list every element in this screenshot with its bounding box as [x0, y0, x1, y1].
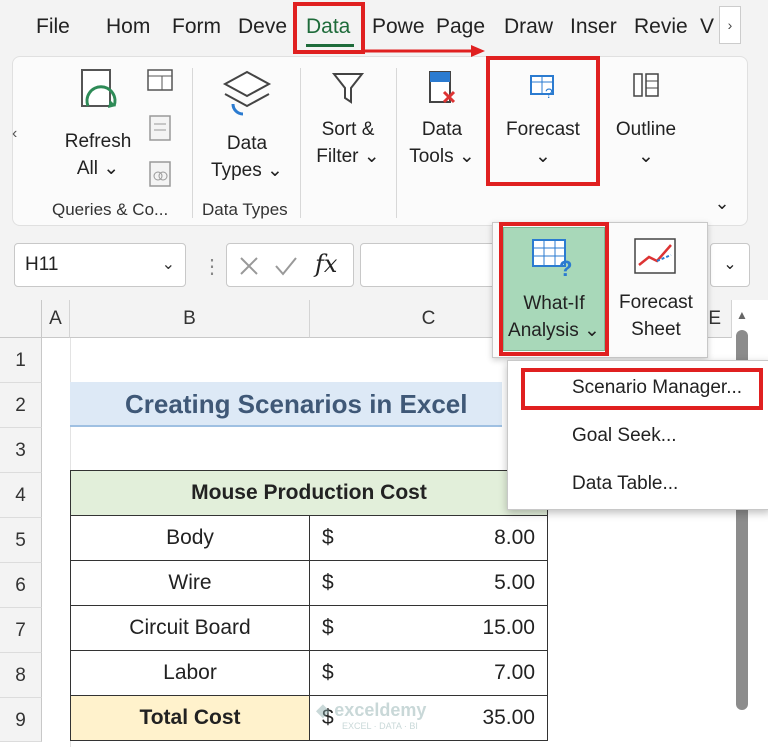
row-header-2[interactable]: 2	[0, 383, 42, 428]
row-header-1[interactable]: 1	[0, 338, 42, 383]
tab-page-layout[interactable]: Page	[436, 12, 488, 42]
menu-item-data-table[interactable]: Data Table...	[572, 473, 678, 495]
table-header[interactable]: Mouse Production Cost	[70, 470, 548, 516]
menu-item-goal-seek[interactable]: Goal Seek...	[572, 425, 677, 447]
name-box[interactable]: H11 ⌄	[14, 243, 186, 287]
sheet-title[interactable]: Creating Scenarios in Excel	[70, 382, 502, 427]
select-all-corner[interactable]	[0, 300, 42, 338]
highlight-data-tab	[293, 2, 365, 54]
ribbon-divider	[300, 68, 301, 218]
exceldemy-logo-icon: ◆	[316, 700, 330, 720]
formula-input[interactable]	[360, 243, 500, 287]
data-types-button[interactable]: Data Types ⌄	[206, 66, 288, 184]
row-header-3[interactable]: 3	[0, 428, 42, 473]
tab-scroll-right-icon[interactable]: ›	[719, 6, 741, 44]
ribbon-scroll-left-icon[interactable]: ‹	[12, 125, 17, 143]
total-label[interactable]: Total Cost	[70, 695, 310, 741]
tab-formulas[interactable]: Form	[172, 12, 228, 42]
forecast-sheet-button[interactable]: Forecast Sheet	[610, 227, 702, 351]
sort-filter-button[interactable]: Sort & Filter ⌄	[310, 68, 386, 170]
data-tools-button[interactable]: Data Tools ⌄	[402, 68, 482, 170]
forecast-sheet-icon	[634, 238, 676, 274]
tab-home[interactable]: Hom	[106, 12, 158, 42]
row-header-8[interactable]: 8	[0, 653, 42, 698]
outline-icon	[633, 73, 659, 97]
red-arrow-icon	[365, 45, 485, 57]
tab-review[interactable]: Revie	[634, 12, 690, 42]
name-box-chevron-icon[interactable]: ⌄	[162, 244, 175, 286]
cancel-icon[interactable]	[237, 254, 261, 278]
outline-button[interactable]: Outline ⌄	[606, 68, 686, 170]
row-header-4[interactable]: 4	[0, 473, 42, 518]
ribbon-collapse-chevron-icon[interactable]: ⌄	[708, 190, 736, 217]
row-header-9[interactable]: 9	[0, 698, 42, 742]
formula-bar-expand-icon[interactable]: ⌄	[710, 243, 750, 287]
ribbon-divider	[192, 68, 193, 218]
item-cost[interactable]: $8.00	[309, 515, 548, 561]
highlight-forecast	[486, 56, 600, 186]
funnel-icon	[331, 73, 365, 104]
formula-bar-buttons: fx	[226, 243, 354, 287]
queries-connections-icon[interactable]	[146, 68, 174, 92]
tab-file[interactable]: File	[36, 12, 76, 42]
tab-view[interactable]: V	[700, 12, 716, 42]
tab-developer[interactable]: Deve	[238, 12, 290, 42]
item-cost[interactable]: $15.00	[309, 605, 548, 651]
ribbon-divider	[396, 68, 397, 218]
item-cost[interactable]: $7.00	[309, 650, 548, 696]
refresh-icon	[81, 69, 117, 108]
row-header-6[interactable]: 6	[0, 563, 42, 608]
edit-links-icon[interactable]	[148, 160, 172, 188]
row-header-5[interactable]: 5	[0, 518, 42, 563]
group-label-queries: Queries & Co...	[52, 200, 169, 219]
enter-check-icon[interactable]	[273, 254, 299, 278]
item-cost[interactable]: $5.00	[309, 560, 548, 606]
highlight-what-if	[499, 222, 609, 356]
item-name[interactable]: Labor	[70, 650, 310, 696]
data-tools-icon	[429, 71, 456, 104]
column-header-b[interactable]: B	[70, 300, 310, 338]
watermark-logo: ◆ exceldemy EXCEL · DATA · BI	[316, 700, 427, 731]
insert-function-icon[interactable]: fx	[315, 250, 337, 278]
properties-icon[interactable]	[148, 114, 172, 142]
data-types-icon	[222, 70, 272, 116]
highlight-scenario-manager	[521, 368, 763, 410]
item-name[interactable]: Body	[70, 515, 310, 561]
tab-power-pivot[interactable]: Powe	[372, 12, 424, 42]
formula-bar-grip-icon: ⋮	[202, 256, 222, 278]
item-name[interactable]: Circuit Board	[70, 605, 310, 651]
refresh-all-button[interactable]: Refresh All ⌄	[58, 66, 138, 182]
item-name[interactable]: Wire	[70, 560, 310, 606]
tab-draw[interactable]: Draw	[504, 12, 558, 42]
column-header-a[interactable]: A	[42, 300, 70, 338]
scroll-up-icon[interactable]: ▲	[736, 308, 748, 322]
tab-insert[interactable]: Inser	[570, 12, 622, 42]
row-header-7[interactable]: 7	[0, 608, 42, 653]
group-label-data-types: Data Types	[202, 200, 288, 219]
